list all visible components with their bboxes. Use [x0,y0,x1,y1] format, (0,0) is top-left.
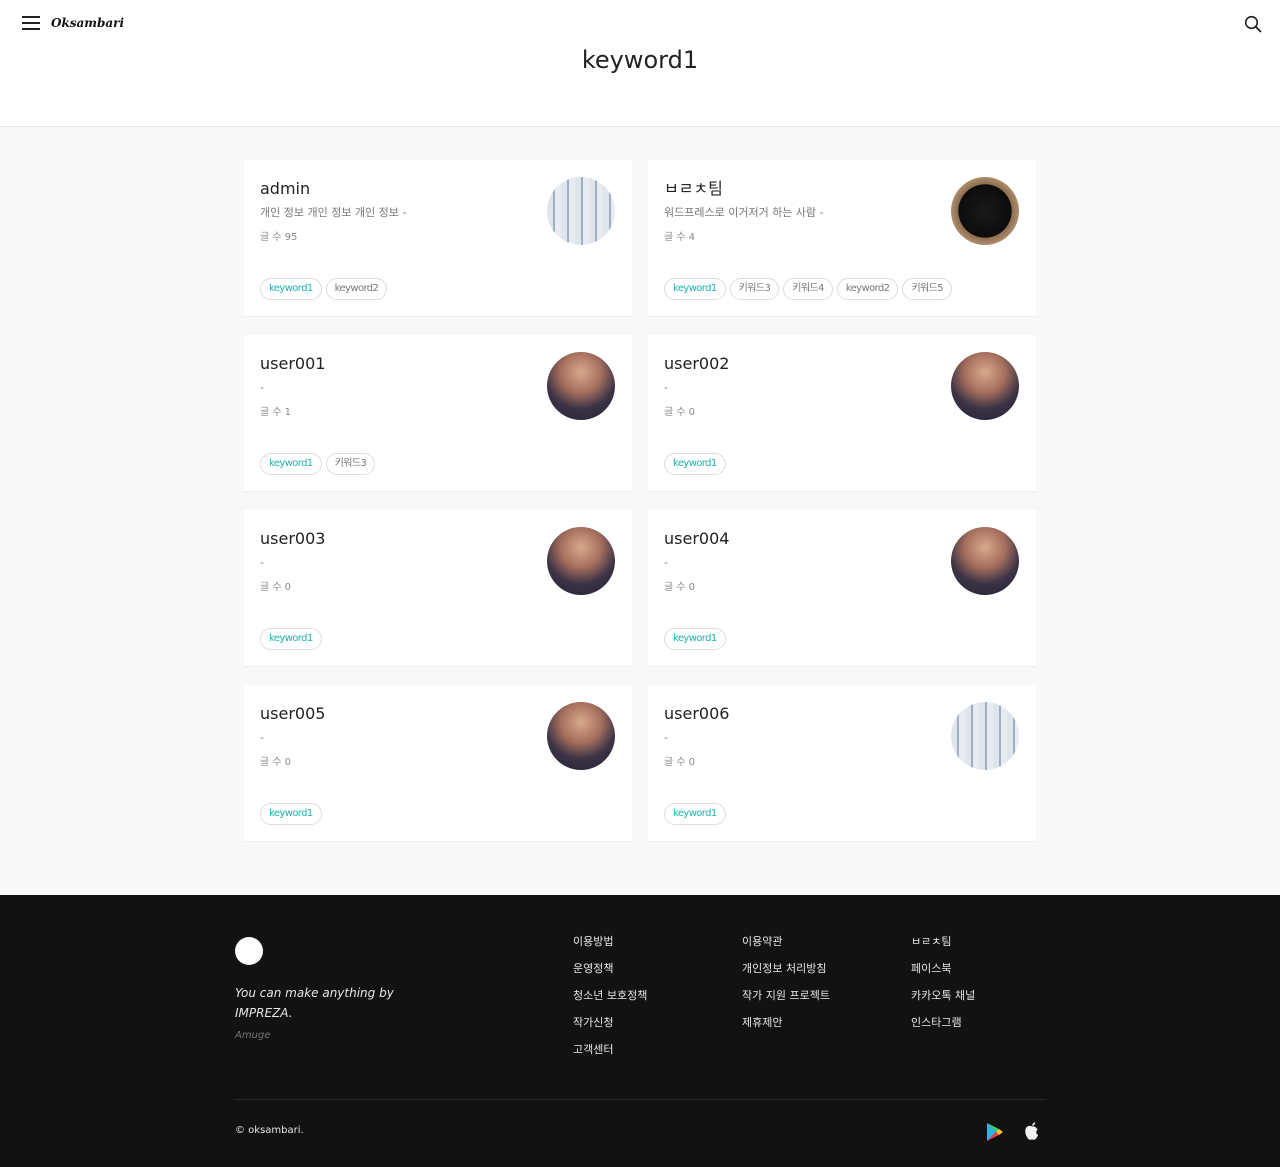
hamburger-menu-icon[interactable] [22,15,40,31]
keyword-tag[interactable]: keyword1 [260,628,322,650]
post-count-label: 글 수 [664,582,686,593]
footer-links-policy: 이용약관 개인정보 처리방침 작가 지원 프로젝트 제휴제안 [742,935,830,1043]
writer-card[interactable]: ㅂㄹㅊ팀 워드프레스로 이거저거 하는 사람 -글 수 4 keyword1 키워드3 키… [648,160,1036,317]
keyword-tags: keyword1 [664,628,726,650]
writer-card[interactable]: user001- 글 수 1 keyword1 키워드3 [244,335,632,492]
keyword-tags: keyword1 [664,453,726,475]
footer-link[interactable]: 이용약관 [742,935,830,949]
avatar[interactable] [951,702,1019,770]
footer-link[interactable]: ㅂㄹㅊ팀 [911,935,975,949]
post-count-label: 글 수 [260,582,282,593]
footer-link[interactable]: 페이스북 [911,962,975,976]
footer-tagline: You can make anything by IMPREZA. [235,986,394,1020]
footer-divider [235,1099,1045,1100]
keyword-tag[interactable]: keyword1 [260,453,322,475]
site-header: Oksambari keyword1 [0,0,1280,127]
footer-link[interactable]: 작가신청 [573,1016,647,1030]
post-count-label: 글 수 [260,757,282,768]
post-count-value: 0 [688,582,695,593]
avatar[interactable] [951,527,1019,595]
post-count-value: 1 [284,407,291,418]
footer-subtitle: Amuge [235,1030,271,1041]
writer-card[interactable]: user002- 글 수 0 keyword1 [648,335,1036,492]
writer-card-grid: admin 개인 정보 개인 정보 개인 정보 -글 수 95 keyword1 key… [244,160,1036,842]
site-footer: You can make anything by IMPREZA. Amuge … [0,895,1280,1167]
footer-link[interactable]: 개인정보 처리방침 [742,962,830,976]
footer-link[interactable]: 운영정책 [573,962,647,976]
avatar[interactable] [951,177,1019,245]
avatar[interactable] [547,702,615,770]
keyword-tag[interactable]: 키워드3 [325,453,376,475]
keyword-tags: keyword1 키워드3 키워드4 keyword2 키워드5 [664,278,952,300]
footer-link[interactable]: 카카오톡 채널 [911,989,975,1003]
footer-link[interactable]: 청소년 보호정책 [573,989,647,1003]
post-count-value: 95 [284,232,298,243]
keyword-tag[interactable]: keyword2 [836,278,899,300]
search-icon[interactable] [1244,15,1262,33]
keyword-tags: keyword1 [664,803,726,825]
footer-links-guide: 이용방법 운영정책 청소년 보호정책 작가신청 고객센터 [573,935,647,1070]
post-count-value: 0 [284,582,291,593]
apple-icon[interactable] [1023,1121,1041,1141]
writer-card[interactable]: admin 개인 정보 개인 정보 개인 정보 -글 수 95 keyword1 key… [244,160,632,317]
keyword-tags: keyword1 [260,628,322,650]
post-count-label: 글 수 [664,407,686,418]
copyright: © oksambari. [235,1125,304,1136]
post-count-label: 글 수 [664,232,686,243]
post-count-value: 0 [688,757,695,768]
avatar[interactable] [547,527,615,595]
google-play-icon[interactable] [986,1122,1004,1142]
post-count-value: 0 [284,757,291,768]
footer-link[interactable]: 제휴제안 [742,1016,830,1030]
keyword-tag[interactable]: keyword1 [664,453,726,475]
keyword-tag[interactable]: 키워드3 [729,278,780,300]
keyword-tag[interactable]: keyword1 [664,628,726,650]
post-count-label: 글 수 [664,757,686,768]
writer-card[interactable]: user004- 글 수 0 keyword1 [648,510,1036,667]
footer-logo[interactable] [235,937,263,965]
keyword-tags: keyword1 [260,803,322,825]
keyword-tag[interactable]: keyword1 [260,803,322,825]
footer-link[interactable]: 고객센터 [573,1043,647,1057]
post-count-value: 0 [688,407,695,418]
avatar[interactable] [547,352,615,420]
writer-card[interactable]: user003- 글 수 0 keyword1 [244,510,632,667]
keyword-tag[interactable]: keyword2 [325,278,388,300]
keyword-tag[interactable]: keyword1 [260,278,322,300]
post-count-label: 글 수 [260,407,282,418]
writer-card[interactable]: user006- 글 수 0 keyword1 [648,685,1036,842]
footer-links-social: ㅂㄹㅊ팀 페이스북 카카오톡 채널 인스타그램 [911,935,975,1043]
keyword-tags: keyword1 keyword2 [260,278,388,300]
footer-link[interactable]: 인스타그램 [911,1016,975,1030]
post-count-value: 4 [688,232,695,243]
footer-link[interactable]: 이용방법 [573,935,647,949]
footer-link[interactable]: 작가 지원 프로젝트 [742,989,830,1003]
keyword-tag[interactable]: keyword1 [664,803,726,825]
post-count-label: 글 수 [260,232,282,243]
keyword-tag[interactable]: keyword1 [664,278,726,300]
avatar[interactable] [547,177,615,245]
site-logo[interactable]: Oksambari [51,16,124,30]
keyword-tag[interactable]: 키워드5 [902,278,952,300]
page-title: keyword1 [581,46,699,74]
avatar[interactable] [951,352,1019,420]
keyword-tags: keyword1 키워드3 [260,453,376,475]
writer-card[interactable]: user005- 글 수 0 keyword1 [244,685,632,842]
keyword-tag[interactable]: 키워드4 [783,278,833,300]
